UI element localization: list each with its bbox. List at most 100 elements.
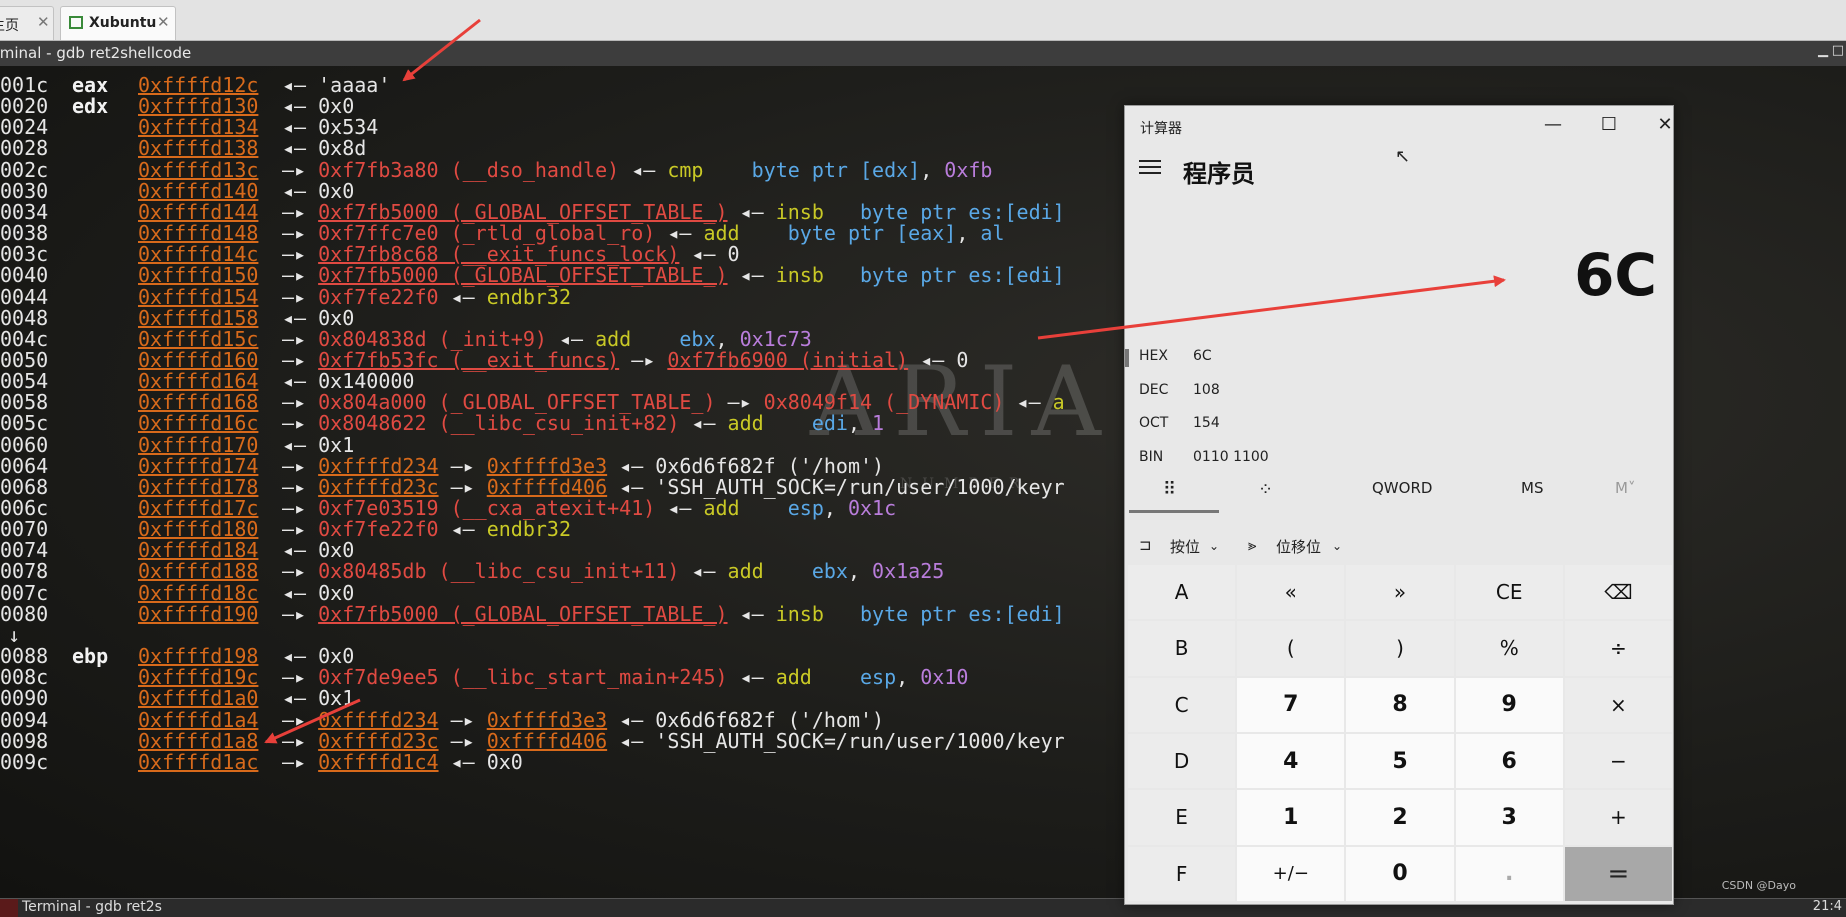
value-token: add	[727, 411, 812, 436]
value-token: add	[727, 559, 812, 584]
key-3[interactable]: 3	[1455, 790, 1563, 845]
value-token: ,	[823, 496, 848, 520]
close-icon[interactable]: ✕	[157, 13, 170, 31]
key-d[interactable]: D	[1128, 733, 1236, 789]
value-token: ,	[847, 411, 873, 436]
base-row-dec[interactable]: DEC 108	[1125, 376, 1305, 406]
calculator-title: 计算器	[1140, 121, 1182, 137]
value-token: ◂— 0x0	[438, 749, 523, 774]
maximize-icon[interactable]: □	[1832, 43, 1844, 58]
stack-offset: 009c	[0, 749, 49, 774]
tab-xubuntu[interactable]: Xubuntu ✕	[60, 6, 176, 40]
close-icon[interactable]: ✕	[37, 13, 50, 31]
key-4[interactable]: 4	[1237, 733, 1345, 789]
bit-shift-icon: ⪢	[1248, 536, 1257, 554]
bit-shift-dropdown[interactable]: 位移位	[1276, 536, 1321, 557]
key-c[interactable]: C	[1128, 677, 1236, 732]
value-token: add	[703, 496, 788, 520]
value-token: ◂—	[727, 601, 776, 626]
key-6[interactable]: 6	[1455, 733, 1563, 789]
chevron-down-icon[interactable]: ⌄	[1332, 539, 1342, 553]
key-clear-entry[interactable]: CE	[1455, 565, 1563, 620]
value-token: ◂—	[619, 157, 668, 182]
key-0[interactable]: 0	[1346, 846, 1454, 901]
value-token: ,	[956, 221, 981, 246]
hamburger-menu-icon[interactable]	[1139, 156, 1161, 176]
value-token: byte ptr [eax]	[787, 221, 957, 246]
key-decimal[interactable]: .	[1455, 846, 1563, 901]
key-e[interactable]: E	[1128, 790, 1236, 845]
key-5[interactable]: 5	[1346, 733, 1454, 789]
value-token: 1	[872, 411, 885, 436]
value-token: ◂— 'SSH_AUTH_SOCK=/run/user/1000/keyr	[607, 728, 1065, 753]
value-token: ◂— 0	[908, 347, 969, 372]
minimize-icon[interactable]: —	[1533, 112, 1573, 138]
tab-home[interactable]: 主页 ✕	[0, 6, 54, 40]
value-token: insb	[775, 601, 860, 626]
stack-address[interactable]: 0xffffd190	[138, 602, 258, 627]
bitwise-dropdown[interactable]: 按位	[1170, 536, 1200, 557]
key-7[interactable]: 7	[1237, 677, 1345, 732]
prompt-fragment	[0, 899, 18, 917]
stack-value: —▸ 0x80485db (__libc_csu_init+11) ◂— add…	[282, 559, 944, 584]
multiply-icon[interactable]: ×	[1564, 677, 1672, 732]
key-modulo[interactable]: %	[1455, 621, 1563, 676]
memory-store-button[interactable]: MS	[1521, 479, 1543, 497]
key-9[interactable]: 9	[1455, 677, 1563, 732]
key-negate[interactable]: +/−	[1237, 846, 1345, 901]
word-size-button[interactable]: QWORD	[1372, 479, 1432, 497]
backspace-icon[interactable]: ⌫	[1564, 565, 1672, 620]
calculator-display: 6C	[1574, 241, 1657, 309]
key-f[interactable]: F	[1128, 846, 1236, 901]
base-row-hex[interactable]: HEX 6C	[1125, 342, 1305, 372]
key-right-shift[interactable]: »	[1346, 565, 1454, 620]
value-token: cmp	[667, 157, 752, 182]
value-token: esp	[787, 496, 824, 520]
minimize-icon[interactable]: ▁	[1818, 43, 1828, 58]
stack-value: —▸ 0xf7fb3a80 (__dso_handle) ◂— cmp byte…	[282, 158, 992, 183]
window-title: Terminal - gdb ret2shellcode	[0, 44, 192, 62]
value-token: —▸	[282, 601, 319, 626]
key-8[interactable]: 8	[1346, 677, 1454, 732]
value-token: ◂—	[655, 496, 704, 520]
value-token: —▸	[282, 749, 319, 774]
key-a[interactable]: A	[1128, 565, 1236, 620]
base-label: BIN	[1139, 449, 1164, 465]
stack-address[interactable]: 0xffffd1ac	[138, 750, 258, 775]
value-token: ebx	[811, 559, 848, 584]
key-b[interactable]: B	[1128, 621, 1236, 676]
maximize-icon[interactable]: ☐	[1589, 112, 1629, 138]
tab-label: Xubuntu	[89, 15, 157, 31]
full-keypad-icon[interactable]: ⠿	[1163, 479, 1176, 500]
mouse-cursor-icon: ↖	[1395, 146, 1411, 167]
memory-dropdown-button[interactable]: M˅	[1615, 479, 1635, 497]
minus-icon[interactable]: −	[1564, 733, 1672, 789]
key-open-paren[interactable]: (	[1237, 621, 1345, 676]
register-label: edx	[72, 94, 109, 119]
base-label: DEC	[1139, 382, 1169, 398]
browser-tab-strip: 主页 ✕ Xubuntu ✕	[0, 0, 1846, 41]
key-left-shift[interactable]: «	[1237, 565, 1345, 620]
key-close-paren[interactable]: )	[1346, 621, 1454, 676]
divide-icon[interactable]: ÷	[1564, 621, 1672, 676]
chevron-down-icon[interactable]: ⌄	[1209, 539, 1219, 553]
base-row-oct[interactable]: OCT 154	[1125, 409, 1305, 439]
calculator-mode-title: 程序员	[1183, 160, 1255, 188]
value-token: endbr32	[486, 284, 572, 309]
key-1[interactable]: 1	[1237, 790, 1345, 845]
close-icon[interactable]: ✕	[1645, 112, 1673, 138]
value-token: byte ptr es:[edi]	[860, 601, 1065, 626]
value-token: add	[775, 665, 860, 690]
key-2[interactable]: 2	[1346, 790, 1454, 845]
stack-value: —▸ 0xffffd1c4 ◂— 0x0	[282, 750, 523, 775]
base-value: 0110 1100	[1193, 449, 1269, 465]
stack-value: —▸ 0xf7fb5000 (_GLOBAL_OFFSET_TABLE_) ◂—…	[282, 602, 1065, 627]
bitwise-icon: ⊐	[1139, 536, 1152, 554]
skip-marker: ↓	[8, 622, 21, 647]
value-token: ◂—	[727, 665, 776, 690]
taskbar-terminal-button[interactable]: Terminal - gdb ret2s	[22, 899, 162, 915]
equals-button[interactable]: =	[1564, 846, 1672, 901]
plus-icon[interactable]: +	[1564, 790, 1672, 845]
bit-toggle-keypad-icon[interactable]: ⁘	[1258, 479, 1273, 500]
value-token: al	[980, 221, 1005, 246]
